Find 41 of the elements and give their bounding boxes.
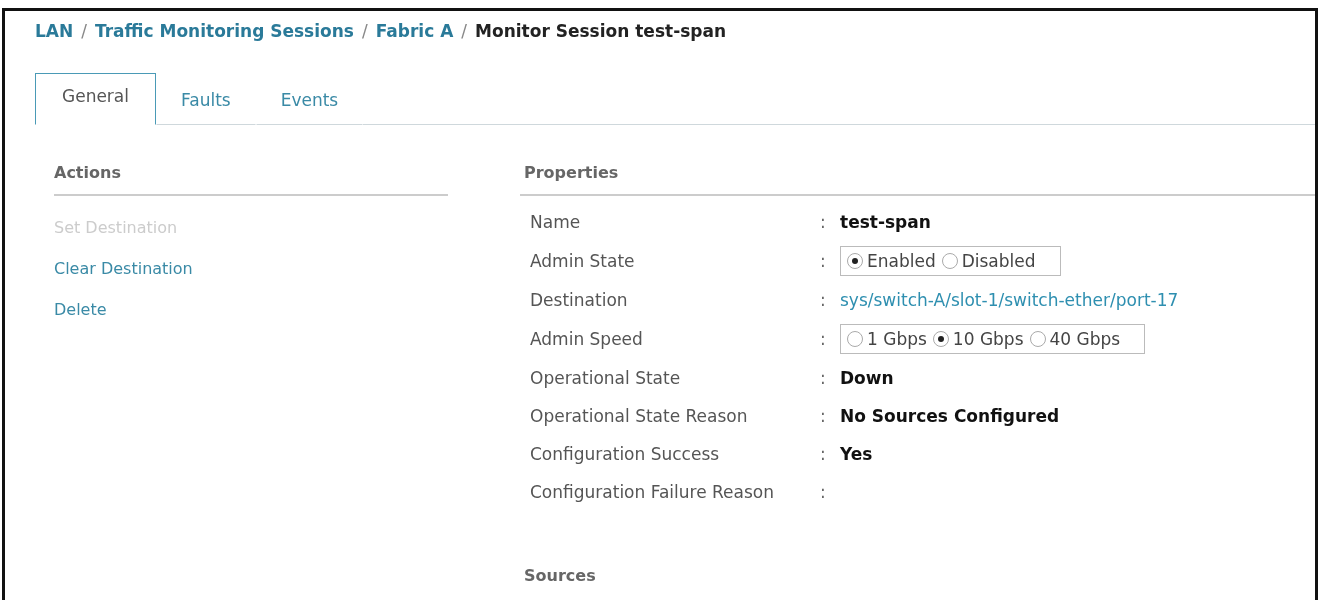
property-label: Admin Speed	[530, 328, 644, 351]
colon: :	[820, 212, 827, 232]
section-title: Sources	[523, 565, 597, 587]
property-label: Operational State	[530, 367, 682, 390]
breadcrumb-separator: /	[461, 21, 468, 41]
breadcrumb-current: Monitor Session test-span	[475, 21, 727, 41]
radio-label: 10 Gbps	[952, 329, 1024, 349]
tab[interactable]: Faults	[156, 77, 256, 125]
breadcrumb-link[interactable]: Fabric A	[375, 21, 454, 41]
tab[interactable]: Events	[255, 77, 364, 125]
section-title: Properties	[520, 147, 1315, 196]
action-link[interactable]: Clear Destination	[54, 259, 448, 278]
radio-label: 40 Gbps	[1049, 329, 1121, 349]
tab[interactable]: General	[35, 73, 156, 125]
radio-label: Disabled	[961, 251, 1036, 271]
colon: :	[820, 290, 827, 310]
property-label: Configuration Failure Reason	[530, 481, 775, 504]
breadcrumb-link[interactable]: Traffic Monitoring Sessions	[94, 21, 354, 41]
property-label: Destination	[530, 289, 629, 312]
breadcrumb-link[interactable]: LAN	[35, 21, 74, 41]
colon: :	[820, 406, 827, 426]
property-value: test-span	[840, 212, 931, 232]
property-value: Down	[840, 368, 894, 388]
breadcrumb-separator: /	[361, 21, 368, 41]
colon: :	[820, 444, 827, 464]
colon: :	[820, 251, 827, 271]
property-label: Operational State Reason	[530, 405, 749, 428]
section-title: Actions	[54, 147, 448, 196]
colon: :	[820, 482, 827, 502]
colon: :	[820, 329, 827, 349]
property-label: Name	[530, 211, 582, 234]
radio-label: 1 Gbps	[867, 329, 927, 349]
destination-link[interactable]: sys/switch-A/slot-1/switch-ether/port-17	[840, 290, 1179, 310]
breadcrumb-separator: /	[81, 21, 87, 41]
property-value: No Sources Configured	[840, 406, 1060, 426]
radio-label: Enabled	[867, 251, 936, 271]
colon: :	[820, 368, 827, 388]
property-label: Admin State	[530, 250, 636, 273]
action-link[interactable]: Delete	[54, 300, 448, 319]
property-label: Configuration Success	[530, 443, 721, 466]
property-value: Yes	[840, 444, 873, 464]
